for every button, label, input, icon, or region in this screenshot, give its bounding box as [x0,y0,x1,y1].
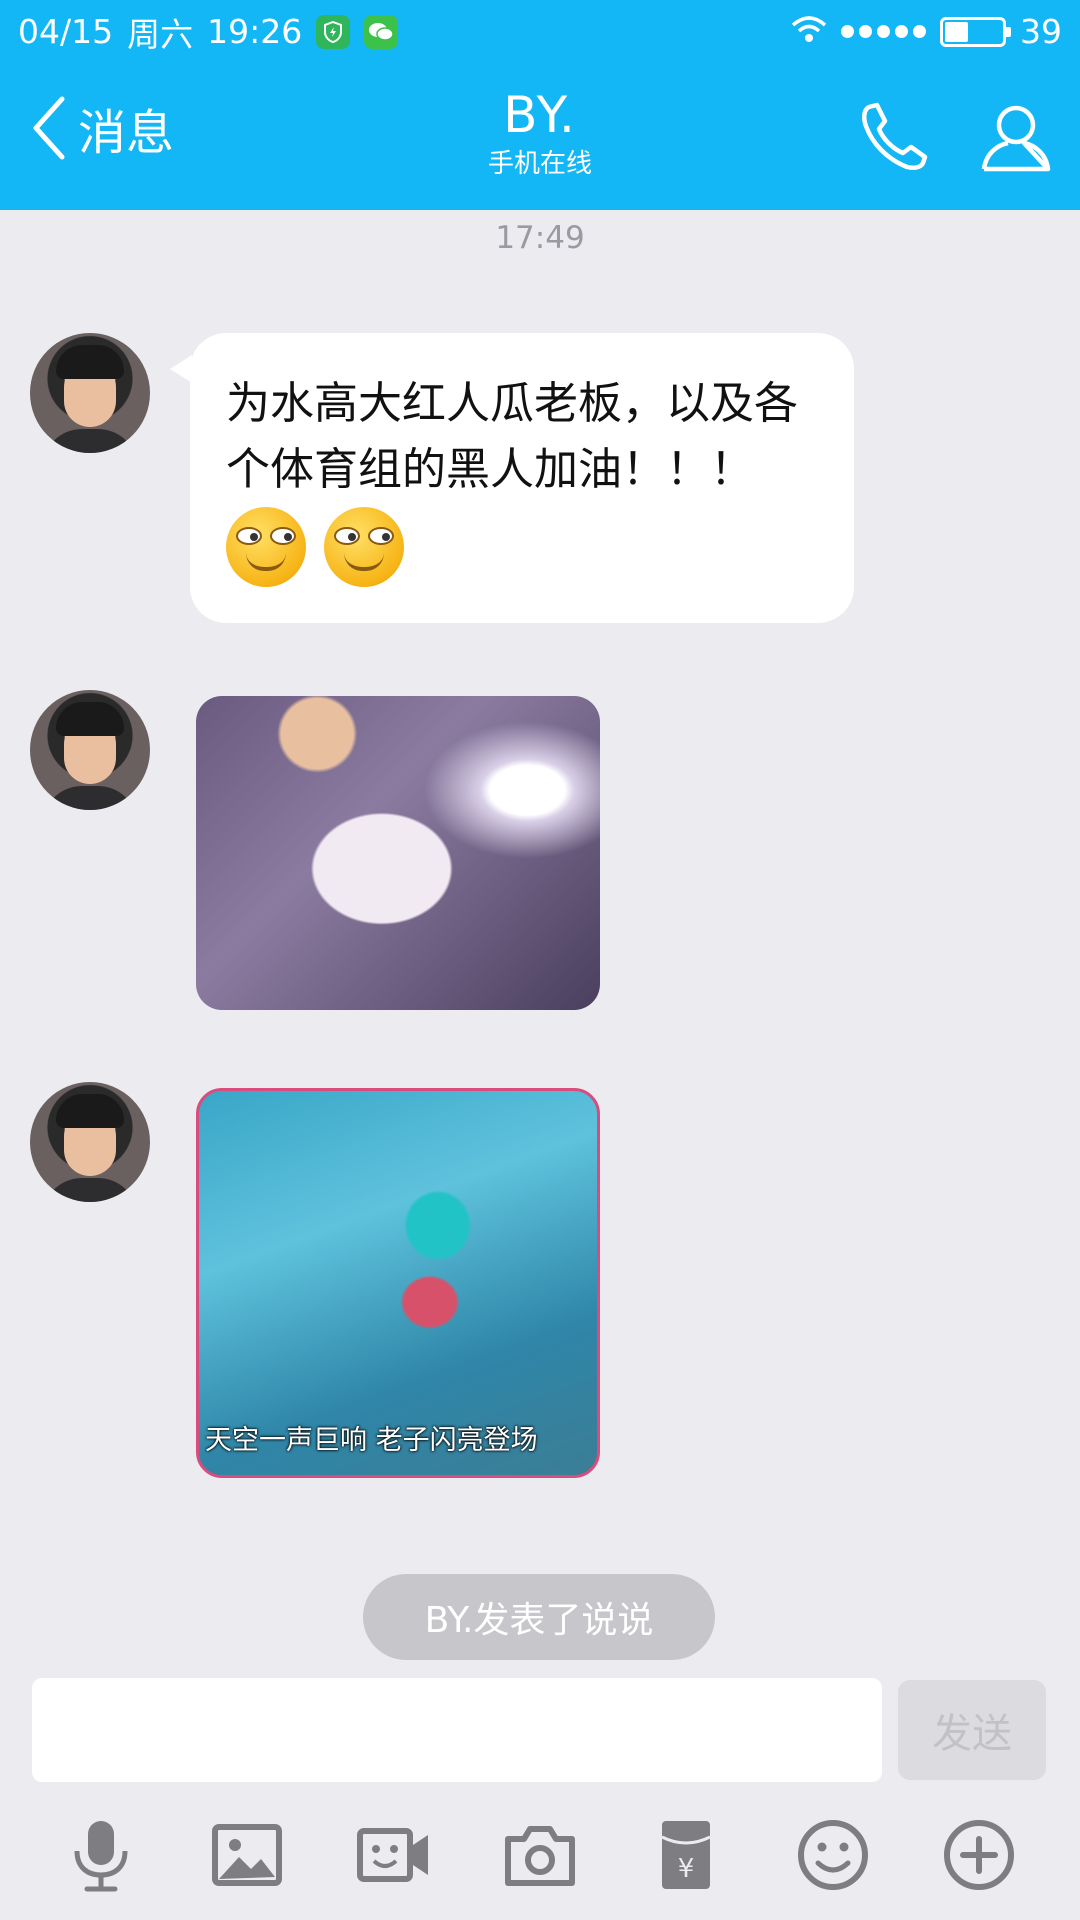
signal-strength-icon [841,25,926,38]
input-toolbar: ¥ [0,1790,1080,1920]
wifi-icon [791,12,827,51]
contact-avatar[interactable] [30,1082,150,1202]
smirk-emoji-icon [226,507,306,587]
red-packet-icon: ¥ [661,1821,711,1889]
message-text: 为水高大红人瓜老板，以及各个体育组的黑人加油！！！ [226,378,798,495]
smirk-emoji-icon [324,507,404,587]
image-message[interactable] [196,696,600,1010]
profile-button[interactable] [976,97,1056,177]
battery-level-text: 39 [1020,12,1062,51]
svg-text:¥: ¥ [678,1854,695,1884]
message-input[interactable] [32,1678,882,1782]
status-bar: 04/15 周六 19:26 39 [0,0,1080,63]
microphone-icon [74,1821,128,1892]
voice-button[interactable] [56,1810,146,1900]
status-bar-left: 04/15 周六 19:26 [18,8,399,56]
image-caption: 天空一声巨响 老子闪亮登场 [205,1425,538,1456]
red-packet-button[interactable]: ¥ [641,1810,731,1900]
send-button[interactable]: 发送 [898,1680,1046,1780]
message-timestamp: 17:49 [495,220,585,256]
more-button[interactable] [934,1810,1024,1900]
phone-call-button[interactable] [855,97,935,177]
moment-notification[interactable]: BY.发表了说说 [363,1574,715,1660]
battery-icon [940,16,1011,47]
status-date: 04/15 [18,12,114,51]
emoji-icon [797,1820,868,1890]
emoji-button[interactable] [788,1810,878,1900]
video-call-button[interactable] [349,1810,439,1900]
chat-header: 消息 BY. 手机在线 [0,63,1080,210]
camera-button[interactable] [495,1810,585,1900]
person-icon [981,105,1051,172]
text-message-bubble[interactable]: 为水高大红人瓜老板，以及各个体育组的黑人加油！！！ [170,333,854,623]
plus-icon [943,1820,1014,1890]
status-time: 19:26 [207,12,303,51]
battery-fill [945,21,968,42]
photo-album-button[interactable] [202,1810,292,1900]
contact-avatar[interactable] [30,690,150,810]
emoji-row [226,507,818,587]
image-icon [212,1824,283,1886]
security-shield-icon [316,14,351,49]
video-call-icon [356,1828,428,1882]
camera-icon [504,1826,575,1886]
phone-icon [861,102,928,171]
image-message[interactable]: 天空一声巨响 老子闪亮登场 [196,1088,600,1478]
status-bar-right: 39 [791,12,1062,51]
contact-avatar[interactable] [30,333,150,453]
status-weekday: 周六 [127,14,194,54]
wechat-icon [364,14,399,49]
